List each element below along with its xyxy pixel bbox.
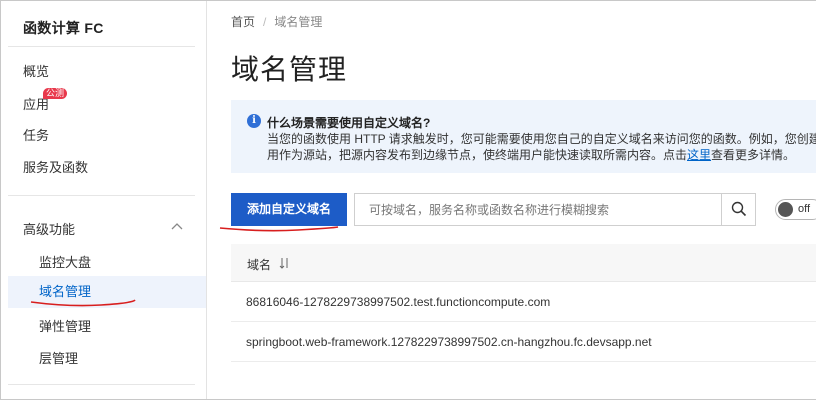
sidebar-item-label: 概览 [23,64,50,79]
breadcrumb-home[interactable]: 首页 [231,15,255,29]
info-line-2-text: 用作为源站，把源内容发布到边缘节点，使终端用户能快速读取所需内容。点击 [267,148,688,162]
info-notice: i 什么场景需要使用自定义域名? 当您的函数使用 HTTP 请求触发时，您可能需… [231,100,816,173]
divider [8,195,195,196]
sidebar-item-services-functions[interactable]: 服务及函数 [23,157,88,176]
divider [8,46,195,47]
divider [8,384,195,385]
breadcrumb-separator: / [263,15,267,29]
page-title: 域名管理 [231,54,348,85]
domain-cell[interactable]: springboot.web-framework.127822973899750… [246,335,652,349]
sidebar-item-label: 监控大盘 [39,255,92,270]
domain-cell[interactable]: 86816046-1278229738997502.test.functionc… [246,295,550,309]
sidebar-item-elastic-management[interactable]: 弹性管理 [39,316,91,335]
sidebar-item-label: 层管理 [39,351,79,366]
search-button[interactable] [721,194,755,225]
sidebar-item-overview[interactable]: 概览 [23,61,49,80]
search-box [354,193,756,226]
info-line-2-tail: 查看更多详情。 [711,148,796,162]
column-header-domain: 域名 [247,258,272,272]
sidebar-item-monitoring-dashboard[interactable]: 监控大盘 [39,252,91,271]
info-title: 什么场景需要使用自定义域名? [267,116,431,130]
toggle-knob [778,202,793,217]
sidebar-item-tasks[interactable]: 任务 [23,125,49,144]
breadcrumb-current: 域名管理 [274,15,323,29]
main-content: 首页 / 域名管理 域名管理 i 什么场景需要使用自定义域名? 当您的函数使用 HT… [208,0,816,400]
off-toggle[interactable]: off [775,199,816,220]
annotation-underline [219,226,339,232]
breadcrumb: 首页 / 域名管理 [231,13,322,30]
sidebar-item-label: 应用 [23,97,50,112]
chevron-up-icon[interactable] [170,220,184,234]
table-header: 域名 [231,244,816,282]
section-advanced-features[interactable]: 高级功能 [23,219,75,238]
search-icon [731,201,747,217]
sidebar-item-applications[interactable]: 应用 公测 [23,88,68,113]
sidebar: 函数计算 FC 概览 应用 公测 任务 服务及函数 高级功能 监控大盘 域名管理… [0,0,207,400]
domain-table: 域名 86816046-1278229738997502.test.functi… [231,244,816,362]
annotation-underline [30,299,136,307]
info-icon: i [247,114,261,128]
sidebar-item-label: 弹性管理 [39,319,92,334]
toggle-label: off [798,203,811,215]
beta-badge: 公测 [43,88,68,99]
table-row[interactable]: springboot.web-framework.127822973899750… [231,322,816,362]
table-row[interactable]: 86816046-1278229738997502.test.functionc… [231,282,816,322]
sort-icon[interactable] [279,257,291,269]
brand-title: 函数计算 FC [23,20,104,36]
info-line-1: 当您的函数使用 HTTP 请求触发时，您可能需要使用您自己的自定义域名来访问您的… [267,132,816,146]
search-input[interactable] [355,194,721,225]
sidebar-item-label: 任务 [23,128,50,143]
info-text: 当您的函数使用 HTTP 请求触发时，您可能需要使用您自己的自定义域名来访问您的… [267,131,816,163]
sidebar-item-layer-management[interactable]: 层管理 [39,348,78,367]
info-line-2: 用作为源站，把源内容发布到边缘节点，使终端用户能快速读取所需内容。点击这里查看更… [267,147,816,163]
info-more-link[interactable]: 这里 [687,148,711,162]
sidebar-item-label: 服务及函数 [23,160,89,175]
